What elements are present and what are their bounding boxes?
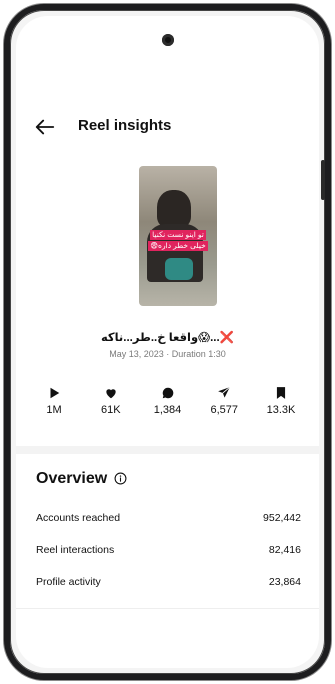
- page-title: Reel insights: [78, 117, 172, 134]
- thumbnail-person: [157, 190, 191, 228]
- info-icon[interactable]: [114, 472, 127, 485]
- bookmark-icon: [276, 387, 286, 399]
- stat-saves[interactable]: 13.3K: [257, 386, 305, 426]
- stat-saves-value: 13.3K: [266, 404, 296, 416]
- overview-row-value: 23,864: [268, 576, 301, 588]
- bottom-divider: [16, 608, 319, 609]
- stat-likes-value: 61K: [100, 404, 121, 416]
- overview-row-profile-activity[interactable]: Profile activity 23,864: [36, 576, 301, 594]
- volume-button: [321, 160, 325, 200]
- overview-row-accounts-reached[interactable]: Accounts reached 952,442: [36, 512, 301, 530]
- thumbnail-caption-line1: تو اینو نست نکنیا: [150, 230, 206, 240]
- share-icon: [218, 386, 231, 398]
- overview-row-value: 952,442: [263, 512, 301, 524]
- front-camera: [161, 34, 174, 46]
- section-divider: [16, 446, 319, 454]
- thumbnail-bag: [165, 258, 193, 280]
- overview-row-label: Profile activity: [36, 576, 101, 588]
- screen: Reel insights تو اینو نست نکنیا خیلی خطر…: [16, 16, 319, 668]
- overview-title: Overview: [36, 470, 108, 487]
- reel-caption: واقعا خ..طر...ناکه😱...❌: [16, 330, 319, 344]
- arrow-left-icon[interactable]: [34, 116, 56, 138]
- play-icon: [50, 387, 60, 399]
- stat-shares-value: 6,577: [210, 404, 239, 416]
- stat-plays[interactable]: 1M: [30, 386, 78, 426]
- reel-caption-text: واقعا خ..طر...ناکه😱...: [100, 332, 220, 344]
- stats-row: 1M 61K 1,384 6,577 13.3K: [22, 386, 313, 426]
- stat-comments[interactable]: 1,384: [144, 386, 192, 426]
- comment-icon: [162, 387, 173, 399]
- stat-plays-value: 1M: [46, 404, 62, 416]
- overview-row-label: Reel interactions: [36, 544, 115, 556]
- phone-frame: Reel insights تو اینو نست نکنیا خیلی خطر…: [4, 4, 331, 680]
- overview-row-label: Accounts reached: [36, 512, 121, 524]
- overview-row-value: 82,416: [268, 544, 301, 556]
- cross-mark-icon: ❌: [219, 332, 235, 344]
- top-bar: Reel insights: [16, 112, 319, 142]
- heart-icon: [106, 389, 116, 399]
- overview-row-reel-interactions[interactable]: Reel interactions 82,416: [36, 544, 301, 562]
- thumbnail-caption: تو اینو نست نکنیا خیلی خطر داره😨: [143, 230, 213, 252]
- stat-shares[interactable]: 6,577: [200, 386, 248, 426]
- stat-comments-value: 1,384: [153, 404, 182, 416]
- reel-thumbnail[interactable]: تو اینو نست نکنیا خیلی خطر داره😨: [139, 166, 217, 306]
- stat-likes[interactable]: 61K: [87, 386, 135, 426]
- reel-meta: May 13, 2023 · Duration 1:30: [109, 349, 226, 359]
- thumbnail-caption-line2: خیلی خطر داره😨: [148, 241, 208, 251]
